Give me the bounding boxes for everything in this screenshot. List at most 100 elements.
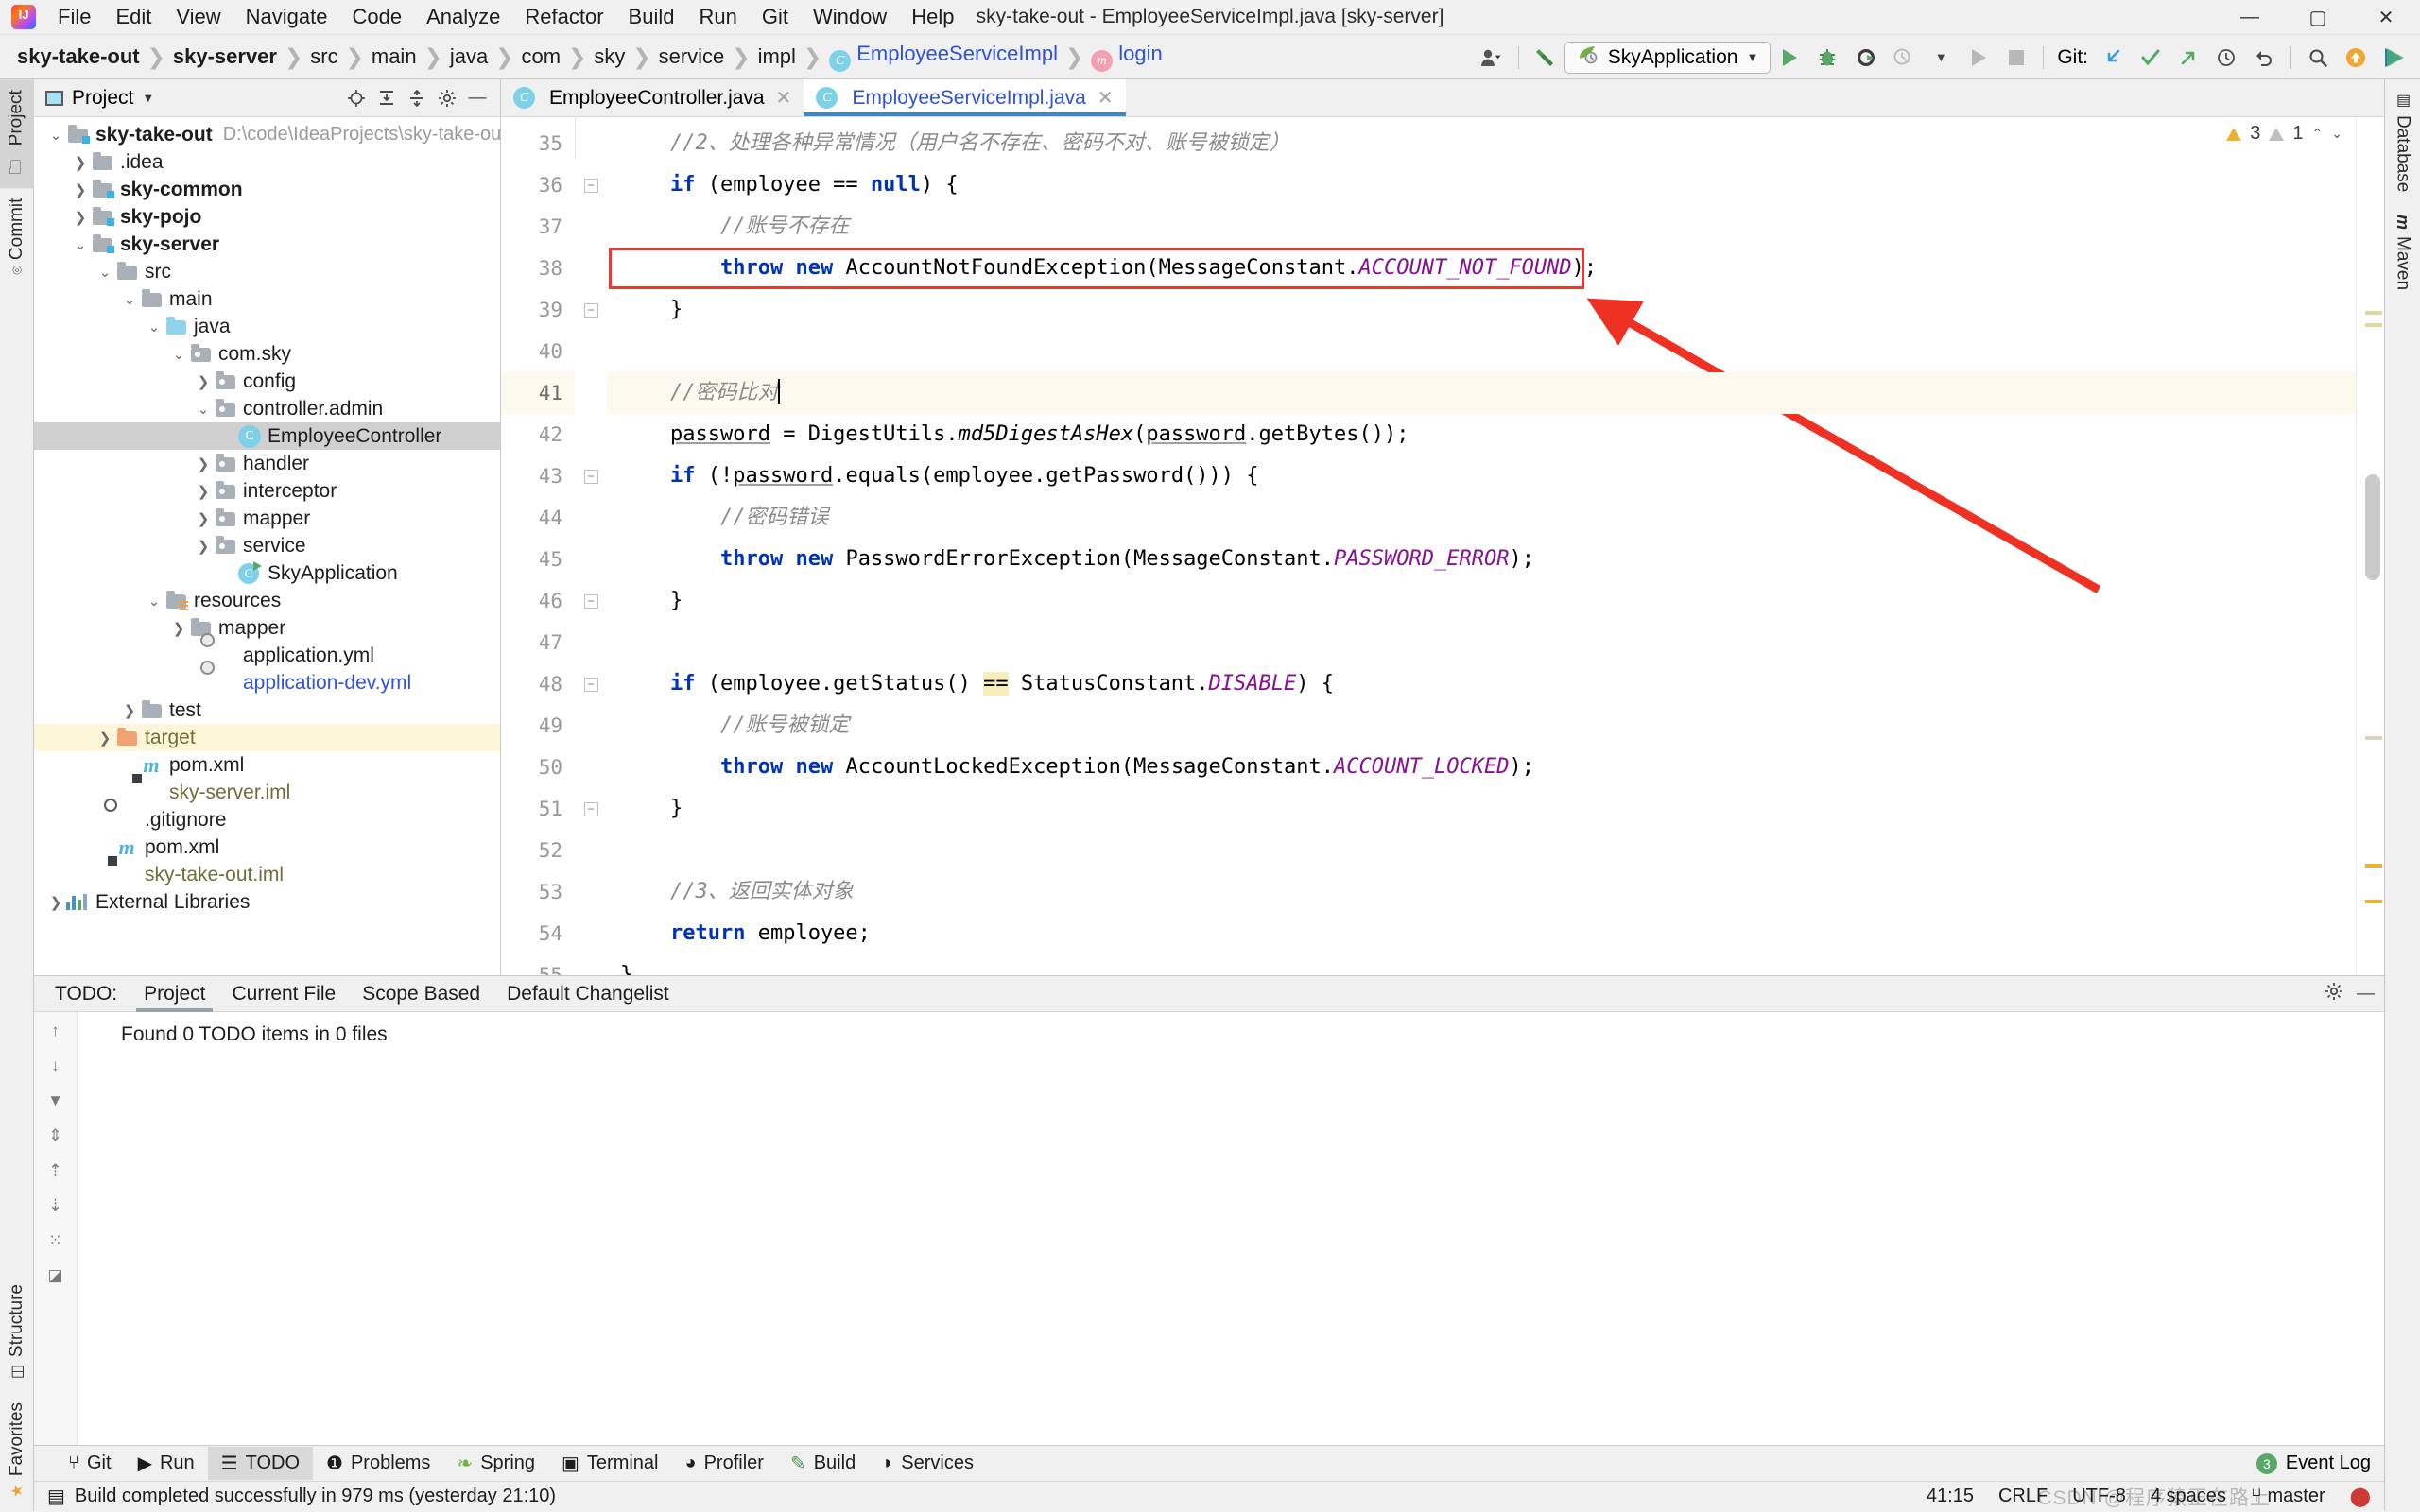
code-line[interactable]: //密码比对: [607, 372, 2384, 414]
tree-node--gitignore[interactable]: .gitignore: [34, 806, 500, 833]
breadcrumb-item-service[interactable]: service: [653, 43, 731, 71]
todo-header-actions[interactable]: —: [2325, 982, 2375, 1006]
editor-tabs[interactable]: C EmployeeController.java ✕ C EmployeeSe…: [501, 79, 2384, 117]
tree-node-service[interactable]: ❯ service: [34, 532, 500, 559]
menu-item-code[interactable]: Code: [340, 3, 415, 31]
chevron-right-icon[interactable]: ❯: [193, 483, 214, 500]
menu-item-refactor[interactable]: Refactor: [512, 3, 615, 31]
breadcrumb-item-method[interactable]: m login: [1085, 40, 1167, 75]
code-line[interactable]: //账号被锁定: [607, 705, 2384, 747]
chevron-right-icon[interactable]: ❯: [193, 538, 214, 555]
tree-node-controller-admin[interactable]: ⌄ controller.admin: [34, 395, 500, 422]
profile-run-icon[interactable]: [1884, 40, 1922, 76]
chevron-right-icon[interactable]: ❯: [119, 702, 140, 719]
tree-node-main[interactable]: ⌄ main: [34, 285, 500, 313]
run-icon[interactable]: [1771, 40, 1808, 76]
git-rollback-icon[interactable]: [2245, 40, 2283, 76]
tab-current-file[interactable]: Current File: [218, 977, 349, 1011]
chevron-right-icon[interactable]: ❯: [168, 620, 189, 637]
code-line[interactable]: throw new AccountNotFoundException(Messa…: [607, 248, 2384, 289]
breadcrumb-item-sky-take-out[interactable]: sky-take-out: [11, 43, 146, 71]
group-by-icon[interactable]: ⇣: [48, 1196, 61, 1215]
fold-toggle-icon[interactable]: −: [575, 164, 607, 206]
chevron-right-icon[interactable]: ❯: [193, 455, 214, 472]
maximize-button[interactable]: ▢: [2284, 0, 2352, 35]
sidebar-item-database[interactable]: ▤ Database: [2388, 79, 2418, 203]
bottom-tool-stripe[interactable]: ⑂ Git ▶ Run ☰ TODO ❶ Problems ❧ Spring ▣…: [34, 1445, 2384, 1481]
bottom-tab-spring[interactable]: ❧ Spring: [443, 1447, 548, 1480]
tree-node-config[interactable]: ❯ config: [34, 368, 500, 395]
chevron-right-icon[interactable]: ❯: [193, 510, 214, 527]
chevron-down-icon[interactable]: ▼: [1746, 50, 1758, 64]
menu-item-run[interactable]: Run: [686, 3, 749, 31]
run-coverage-icon[interactable]: [1846, 40, 1884, 76]
right-tool-stripe[interactable]: ▤ Database m Maven: [2384, 79, 2420, 1511]
code-line[interactable]: //3、返回实体对象: [607, 871, 2384, 913]
tree-node-pom-xml[interactable]: m pom.xml: [34, 833, 500, 861]
tree-node-sky-server[interactable]: ⌄ sky-server: [34, 231, 500, 258]
bottom-tab-run[interactable]: ▶ Run: [125, 1447, 208, 1480]
tree-node-mapper[interactable]: ❯ mapper: [34, 614, 500, 642]
tab-scope-based[interactable]: Scope Based: [349, 977, 493, 1011]
menu-bar[interactable]: File Edit View Navigate Code Analyze Ref…: [45, 3, 966, 31]
fold-toggle-icon[interactable]: −: [575, 580, 607, 622]
breadcrumb-item-sky-server[interactable]: sky-server: [167, 43, 283, 71]
bottom-tab-services[interactable]: ◗ Services: [869, 1448, 987, 1479]
close-icon[interactable]: ✕: [776, 86, 792, 110]
code-line[interactable]: }: [607, 289, 2384, 331]
code-line[interactable]: if (employee == null) {: [607, 164, 2384, 206]
collapse-all-icon[interactable]: [402, 84, 432, 112]
git-push-icon[interactable]: [2169, 40, 2207, 76]
bottom-tab-build[interactable]: ✎ Build: [777, 1447, 869, 1480]
breadcrumb-item-com[interactable]: com: [515, 43, 566, 71]
code-line[interactable]: }: [607, 788, 2384, 830]
filter-icon[interactable]: ▼: [47, 1091, 63, 1110]
tree-node-pom-xml[interactable]: m pom.xml: [34, 751, 500, 779]
tab-project[interactable]: Project: [130, 977, 218, 1012]
collapse-all-icon[interactable]: ⇡: [48, 1161, 61, 1180]
chevron-down-icon[interactable]: ⌄: [95, 264, 115, 281]
code-line[interactable]: throw new PasswordErrorException(Message…: [607, 539, 2384, 580]
sidebar-item-structure[interactable]: ◫ Structure: [2, 1274, 32, 1392]
chevron-down-icon[interactable]: ⌄: [144, 593, 164, 610]
build-hammer-icon[interactable]: [1527, 40, 1564, 76]
code-line[interactable]: //账号不存在: [607, 206, 2384, 248]
minimize-button[interactable]: —: [2216, 0, 2284, 35]
chevron-right-icon[interactable]: ❯: [45, 894, 66, 911]
chevron-down-icon[interactable]: ⌄: [119, 291, 140, 308]
sidebar-item-favorites[interactable]: ★ Favorites: [2, 1392, 32, 1511]
menu-item-view[interactable]: View: [164, 3, 233, 31]
code-line[interactable]: [607, 830, 2384, 871]
ide-features-icon[interactable]: [2375, 40, 2412, 76]
breadcrumb-item-main[interactable]: main: [366, 43, 423, 71]
sidebar-item-maven[interactable]: m Maven: [2388, 203, 2418, 301]
settings-gear-icon[interactable]: [432, 84, 462, 112]
tree-node-sky-take-out-iml[interactable]: sky-take-out.iml: [34, 861, 500, 888]
event-log-button[interactable]: 3 Event Log: [2256, 1452, 2371, 1474]
tree-node-target[interactable]: ❯ target: [34, 724, 500, 751]
code-line[interactable]: throw new AccountLockedException(Message…: [607, 747, 2384, 788]
tree-node--idea[interactable]: ❯ .idea: [34, 148, 500, 176]
breadcrumb-item-src[interactable]: src: [304, 43, 343, 71]
code-line[interactable]: password = DigestUtils.md5DigestAsHex(pa…: [607, 414, 2384, 455]
menu-item-git[interactable]: Git: [750, 3, 801, 31]
tree-node-skyapplication[interactable]: C SkyApplication: [34, 559, 500, 587]
breadcrumb-item-java[interactable]: java: [444, 43, 493, 71]
menu-item-build[interactable]: Build: [616, 3, 687, 31]
fold-toggle-icon[interactable]: −: [575, 455, 607, 497]
tree-node-handler[interactable]: ❯ handler: [34, 450, 500, 477]
locate-file-icon[interactable]: [341, 84, 372, 112]
editor-scrollbar[interactable]: [2356, 117, 2384, 975]
preview-icon[interactable]: ◪: [47, 1266, 62, 1285]
tree-node-src[interactable]: ⌄ src: [34, 258, 500, 285]
tree-node-external-libraries[interactable]: ❯ External Libraries: [34, 888, 500, 916]
status-message-group[interactable]: ▤ Build completed successfully in 979 ms…: [47, 1485, 556, 1508]
tree-node-application-dev-yml[interactable]: application-dev.yml: [34, 669, 500, 696]
chevron-down-icon[interactable]: ▼: [142, 91, 154, 105]
previous-occurrence-icon[interactable]: ↑: [51, 1022, 60, 1040]
left-tool-stripe[interactable]: 🗀 Project ⌾ Commit ◫ Structure ★ Favorit…: [0, 79, 34, 1511]
close-icon[interactable]: ✕: [1098, 86, 1114, 110]
expand-all-icon[interactable]: ⇕: [48, 1126, 61, 1145]
line-separator[interactable]: CRLF: [1998, 1486, 2048, 1507]
breadcrumb-item-sky[interactable]: sky: [588, 43, 631, 71]
